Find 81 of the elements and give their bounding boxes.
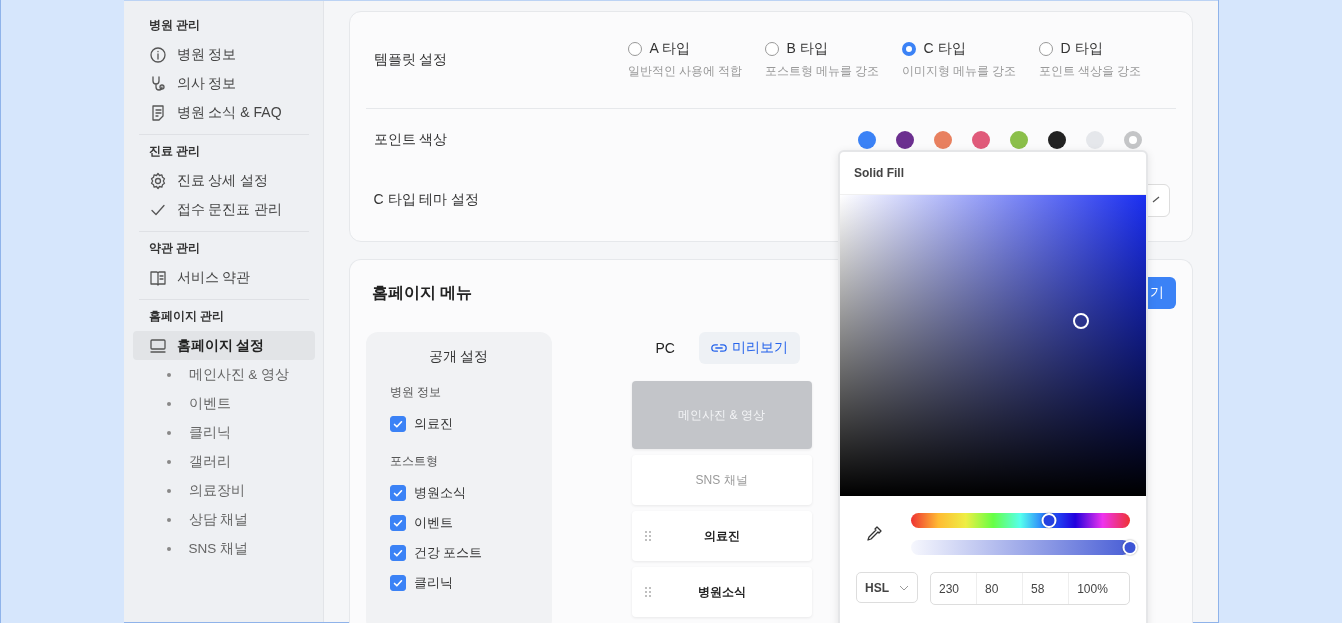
radio-hint: 포스트형 메뉴를 강조 [764,63,881,80]
color-swatch[interactable] [1085,131,1104,149]
menu-block[interactable]: 의료진 [631,511,812,561]
monitor-icon [148,336,167,355]
radio-label: A 타입 [649,40,690,58]
checkbox-label: 의료진 [413,415,453,433]
sidebar-item[interactable]: 홈페이지 설정 [132,331,315,360]
field-label: C 타입 테마 설정 [372,191,481,209]
radio-hint: 이미지형 메뉴를 강조 [901,63,1018,80]
sidebar-item[interactable]: 의사 정보 [132,69,315,98]
saturation-area[interactable] [840,195,1146,496]
pc-tab[interactable]: PC [655,340,699,356]
sidebar-item[interactable]: 서비스 약관 [132,263,315,292]
checkbox-label: 클리닉 [413,574,453,592]
sidebar-subitem[interactable]: 이벤트 [138,389,309,418]
bullet-icon [166,546,171,551]
section-title: 약관 관리 [147,240,201,257]
checkbox-label: 건강 포스트 [413,544,483,562]
sidebar-subitem[interactable]: 메인사진 & 영상 [138,360,309,389]
color-swatch[interactable] [933,131,952,149]
radio-button[interactable] [764,42,779,56]
section-title: 홈페이지 관리 [147,308,225,325]
sidebar-item[interactable]: 병원 소식 & FAQ [132,98,315,127]
drag-handle-icon[interactable] [643,530,652,542]
radio-button[interactable] [1038,42,1053,56]
chevron-icon [1150,194,1161,205]
sidebar-subitem[interactable]: 상담 채널 [138,505,309,534]
color-swatch[interactable] [1123,131,1142,149]
slider-thumb[interactable] [1041,513,1057,528]
bullet-icon [166,401,171,406]
preview-link-button[interactable]: 미리보기 [698,332,800,364]
radio-hint: 포인트 색상을 강조 [1038,63,1143,80]
bullet-icon [166,517,171,522]
settings-icon [148,171,167,190]
sidebar-item[interactable]: 병원 정보 [132,40,315,69]
radio-label: C 타입 [923,40,966,58]
sidebar-subitem[interactable]: 클리닉 [138,418,309,447]
color-swatch[interactable] [857,131,876,149]
radio-hint: 일반적인 사용에 적합 [627,63,744,80]
radio-button[interactable] [901,42,916,56]
section-title: 진료 관리 [147,143,201,160]
sidebar-subitem[interactable]: 갤러리 [138,447,309,476]
panel-title: 공개 설정 [427,348,490,366]
color-handle[interactable] [1073,313,1089,329]
checkbox-label: 병원소식 [413,484,466,502]
color-swatch[interactable] [1009,131,1028,149]
radio-label: B 타입 [786,40,828,58]
bullet-icon [166,488,171,493]
group-title: 병원 정보 [389,384,442,401]
drag-handle-icon[interactable] [643,586,652,598]
color-swatch[interactable] [971,131,990,149]
bullet-icon [166,372,171,377]
checkbox[interactable] [389,575,406,591]
section-title: 병원 관리 [147,17,201,34]
chevron-icon [899,584,909,591]
info-icon [148,45,167,64]
group-title: 포스트형 [389,453,439,470]
section-heading: 홈페이지 메뉴 [371,282,472,303]
mode-dropdown[interactable]: HSL [856,572,918,603]
slider-thumb[interactable] [1122,540,1138,555]
field-label: 포인트 색상 [372,131,449,149]
field-label: 템플릿 설정 [372,51,449,69]
eyedropper-icon[interactable] [864,524,884,544]
color-swatch[interactable] [1047,131,1066,149]
bullet-icon [166,459,171,464]
color-swatch[interactable] [895,131,914,149]
sidebar-subitem[interactable]: SNS 채널 [138,534,309,563]
checkbox[interactable] [389,515,406,531]
book-icon [148,268,167,287]
link-icon [710,343,727,353]
sidebar-subitem[interactable]: 의료장비 [138,476,309,505]
sidebar-item[interactable]: 접수 문진표 관리 [132,195,315,224]
bullet-icon [166,430,171,435]
checkbox-label: 이벤트 [413,514,453,532]
menu-block[interactable]: 병원소식 [631,567,812,617]
checkbox[interactable] [389,416,406,432]
radio-button[interactable] [627,42,642,56]
radio-label: D 타입 [1060,40,1103,58]
checkbox[interactable] [389,545,406,561]
sidebar-item[interactable]: 진료 상세 설정 [132,166,315,195]
checkbox[interactable] [389,485,406,501]
